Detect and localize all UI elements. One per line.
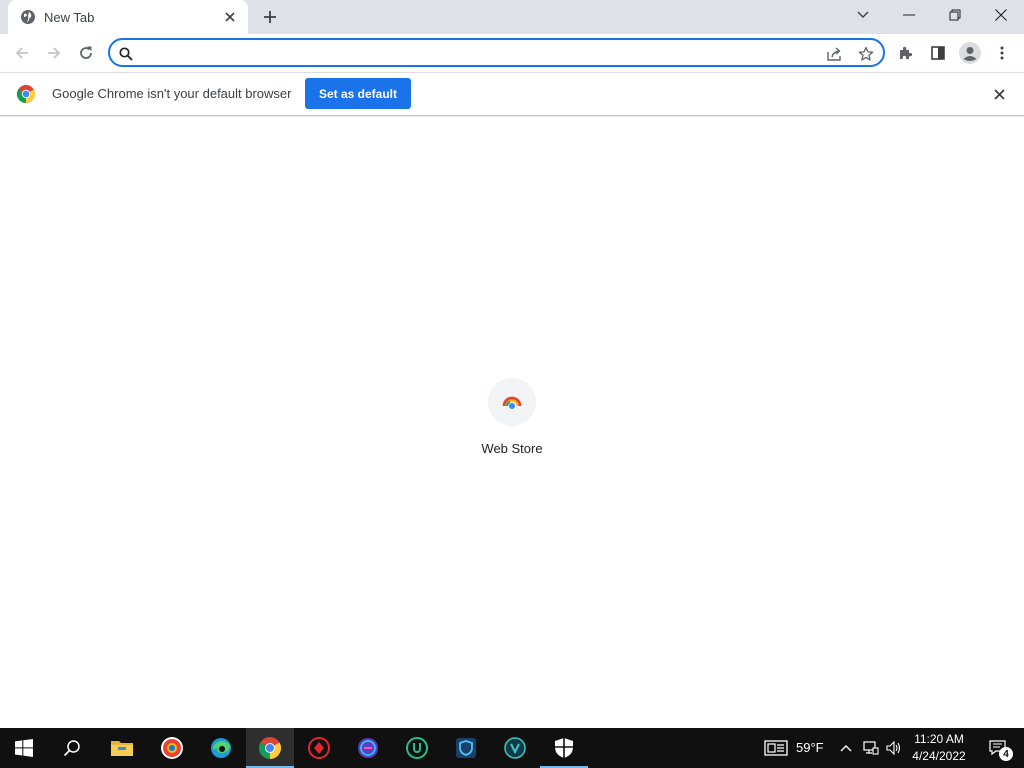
- tab-search-icon[interactable]: [840, 0, 886, 30]
- share-icon[interactable]: [824, 44, 844, 64]
- notification-center-icon[interactable]: 4: [978, 728, 1018, 768]
- shortcut-web-store[interactable]: Web Store: [472, 375, 552, 465]
- close-window-icon[interactable]: [978, 0, 1024, 30]
- restore-icon[interactable]: [932, 0, 978, 30]
- browser-window: New Tab Google Chrome isn't your default…: [0, 0, 1024, 768]
- weather-icon[interactable]: [752, 728, 800, 768]
- webstore-icon: [488, 378, 536, 426]
- chrome-logo-icon: [16, 84, 36, 104]
- new-tab-button[interactable]: [258, 5, 282, 29]
- file-explorer-icon[interactable]: [98, 728, 146, 768]
- start-icon[interactable]: [0, 728, 48, 768]
- app-v-icon[interactable]: [491, 728, 539, 768]
- brave-icon[interactable]: [148, 728, 196, 768]
- tab-new-tab[interactable]: New Tab: [8, 0, 248, 34]
- forward-button[interactable]: [40, 39, 68, 67]
- shortcut-label: Web Store: [481, 441, 543, 456]
- app-red-icon[interactable]: [295, 728, 343, 768]
- infobar-message: Google Chrome isn't your default browser: [52, 86, 292, 101]
- side-panel-icon[interactable]: [924, 39, 952, 67]
- close-infobar-icon[interactable]: [989, 84, 1009, 104]
- network-icon[interactable]: [859, 728, 883, 768]
- clock-time: 11:20 AM: [914, 732, 964, 746]
- search-icon: [116, 44, 136, 64]
- extensions-icon[interactable]: [892, 39, 920, 67]
- minimize-icon[interactable]: [886, 0, 932, 30]
- app-purple-icon[interactable]: [344, 728, 392, 768]
- profile-avatar-icon[interactable]: [956, 39, 984, 67]
- reload-button[interactable]: [72, 39, 100, 67]
- tab-strip: New Tab: [0, 0, 1024, 34]
- back-button[interactable]: [8, 39, 36, 67]
- default-browser-infobar: Google Chrome isn't your default browser…: [0, 72, 1024, 116]
- bookmark-star-icon[interactable]: [856, 44, 876, 64]
- close-tab-icon[interactable]: [220, 7, 240, 27]
- address-bar[interactable]: [108, 38, 885, 67]
- search-icon[interactable]: [48, 728, 96, 768]
- set-as-default-button[interactable]: Set as default: [305, 78, 411, 109]
- globe-icon: [20, 9, 36, 25]
- chrome-icon[interactable]: [246, 728, 294, 768]
- address-input[interactable]: [146, 43, 806, 63]
- tab-title: New Tab: [44, 9, 95, 25]
- edge-icon[interactable]: [197, 728, 245, 768]
- clock[interactable]: 11:20 AM 4/24/2022: [905, 731, 973, 765]
- taskbar: 59°F 11:20 AM 4/24/2022 4: [0, 728, 1024, 768]
- app-u-icon[interactable]: [393, 728, 441, 768]
- app-shield-icon[interactable]: [442, 728, 490, 768]
- menu-kebab-icon[interactable]: [988, 39, 1016, 67]
- clock-date: 4/24/2022: [912, 749, 966, 763]
- weather-temperature[interactable]: 59°F: [796, 740, 824, 755]
- toolbar: [0, 34, 1024, 72]
- notification-count-badge: 4: [999, 747, 1013, 761]
- tray-chevron-up-icon[interactable]: [833, 728, 859, 768]
- security-icon[interactable]: [540, 728, 588, 768]
- new-tab-page: Web Store: [0, 117, 1024, 728]
- volume-icon[interactable]: [883, 728, 905, 768]
